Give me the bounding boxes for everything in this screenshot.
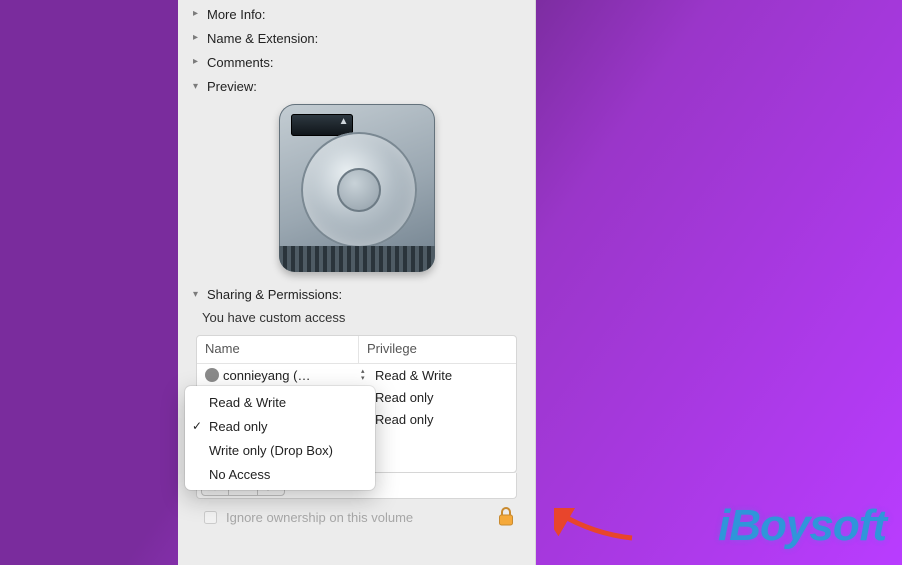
access-status: You have custom access — [178, 306, 535, 331]
column-name: Name — [197, 336, 359, 363]
menu-item-read-only[interactable]: ✓ Read only — [185, 414, 375, 438]
stepper-icon[interactable]: ▴▾ — [361, 367, 371, 383]
ignore-ownership-label: Ignore ownership on this volume — [226, 510, 413, 525]
section-name-extension[interactable]: ▸ Name & Extension: — [178, 26, 535, 50]
menu-item-read-write[interactable]: Read & Write — [185, 390, 375, 414]
privilege-menu: Read & Write ✓ Read only Write only (Dro… — [185, 386, 375, 490]
privilege-cell[interactable]: ▴▾ Read only — [359, 386, 516, 408]
annotation-arrow-icon — [554, 508, 634, 542]
section-label: Comments: — [207, 55, 273, 70]
chevron-right-icon: ▸ — [193, 32, 205, 43]
get-info-panel: ▸ More Info: ▸ Name & Extension: ▸ Comme… — [178, 0, 536, 565]
user-icon — [205, 368, 219, 382]
checkmark-icon: ✓ — [192, 419, 202, 433]
lock-icon[interactable] — [497, 507, 515, 527]
section-label: Name & Extension: — [207, 31, 318, 46]
section-sharing-permissions[interactable]: ▾ Sharing & Permissions: — [178, 282, 535, 306]
preview-area — [178, 98, 535, 282]
chevron-right-icon: ▸ — [193, 56, 205, 67]
table-row[interactable]: connieyang (… ▴▾ Read & Write — [197, 364, 516, 386]
iboysoft-logo: iBoysoft — [718, 501, 886, 551]
chevron-right-icon: ▸ — [193, 8, 205, 19]
privilege-value: Read only — [375, 390, 434, 405]
disk-icon — [279, 104, 435, 272]
section-comments[interactable]: ▸ Comments: — [178, 50, 535, 74]
privilege-cell[interactable]: ▴▾ Read & Write — [359, 364, 516, 386]
section-more-info[interactable]: ▸ More Info: — [178, 2, 535, 26]
menu-item-write-only[interactable]: Write only (Drop Box) — [185, 438, 375, 462]
section-preview[interactable]: ▾ Preview: — [178, 74, 535, 98]
section-label: Preview: — [207, 79, 257, 94]
permissions-table: Name Privilege connieyang (… ▴▾ Read & W… — [196, 335, 517, 473]
ignore-ownership-row: Ignore ownership on this volume — [178, 499, 535, 527]
privilege-cell[interactable]: ▴▾ Read only — [359, 408, 516, 430]
section-label: More Info: — [207, 7, 266, 22]
table-header: Name Privilege — [197, 336, 516, 364]
user-name: connieyang (… — [223, 368, 310, 383]
chevron-down-icon: ▾ — [193, 289, 205, 300]
column-privilege: Privilege — [359, 336, 516, 363]
chevron-down-icon: ▾ — [193, 81, 205, 92]
menu-item-no-access[interactable]: No Access — [185, 462, 375, 486]
privilege-value: Read & Write — [375, 368, 452, 383]
section-label: Sharing & Permissions: — [207, 287, 342, 302]
privilege-value: Read only — [375, 412, 434, 427]
ignore-ownership-checkbox[interactable] — [204, 511, 217, 524]
